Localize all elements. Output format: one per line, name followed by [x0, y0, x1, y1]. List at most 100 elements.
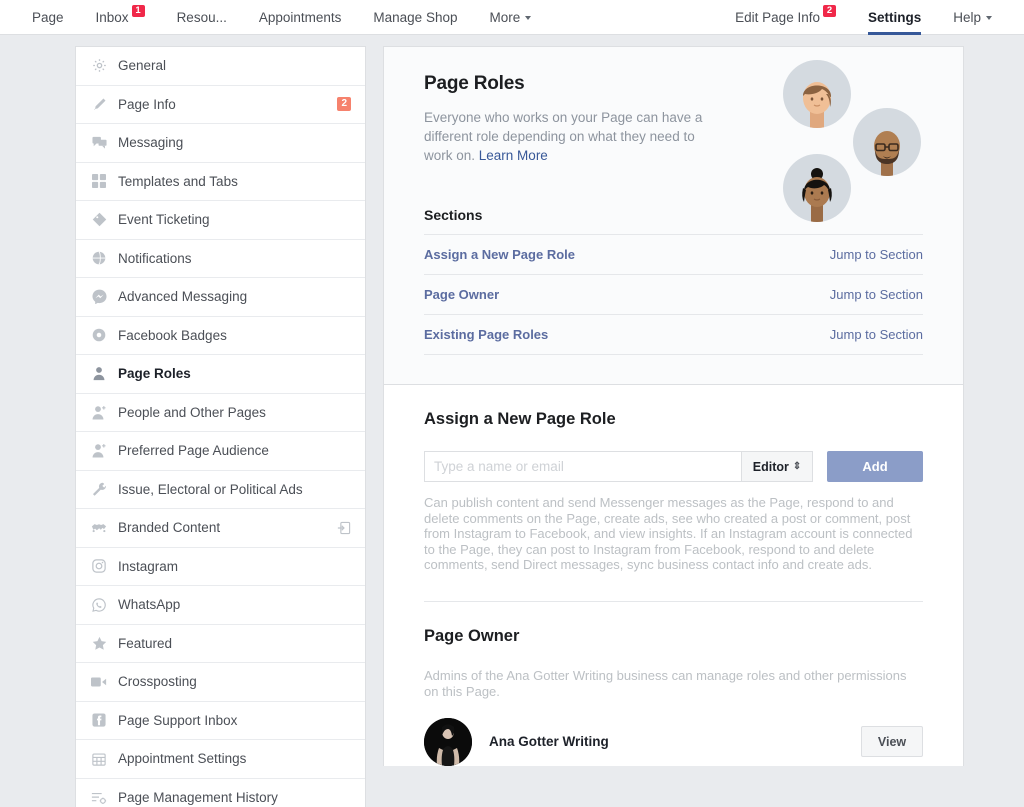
jump-to-section-link[interactable]: Jump to Section: [830, 287, 923, 302]
sidebar-item-label: Instagram: [118, 558, 179, 574]
nav-item-edit-page-info[interactable]: Edit Page Info 2: [719, 0, 852, 35]
nav-item-inbox[interactable]: Inbox 1: [80, 0, 161, 35]
sidebar-item-label: Messaging: [118, 135, 184, 151]
sidebar-item-page-info[interactable]: Page Info 2: [76, 86, 365, 124]
nav-item-label: Resou...: [176, 9, 227, 25]
nav-item-label: Edit Page Info: [735, 9, 820, 25]
sidebar-item-label: Crossposting: [118, 674, 197, 690]
avatar-woman-brown-hair: [783, 60, 851, 128]
handshake-icon: [90, 519, 108, 537]
instagram-icon: [90, 557, 108, 575]
page-roles-hero: Page Roles Everyone who works on your Pa…: [384, 47, 963, 385]
sidebar-item-crossposting[interactable]: Crossposting: [76, 663, 365, 702]
sidebar-item-messaging[interactable]: Messaging: [76, 124, 365, 163]
nav-item-more[interactable]: More: [473, 0, 547, 35]
sidebar-item-instagram[interactable]: Instagram: [76, 548, 365, 586]
section-link-label[interactable]: Assign a New Page Role: [424, 247, 575, 262]
sidebar-item-featured[interactable]: Featured: [76, 625, 365, 663]
sidebar-item-issue-electoral-or-political-ads[interactable]: Issue, Electoral or Political Ads: [76, 471, 365, 509]
sidebar-item-page-management-history[interactable]: Page Management History: [76, 779, 365, 807]
section-row-page-owner[interactable]: Page Owner Jump to Section: [424, 274, 923, 314]
whatsapp-icon: [90, 596, 108, 614]
page-owner-row: Ana Gotter Writing View: [424, 717, 923, 766]
sidebar-item-label: WhatsApp: [118, 597, 181, 613]
jump-to-section-link[interactable]: Jump to Section: [830, 327, 923, 342]
assign-new-page-role-section: Assign a New Page Role Editor ⇕ Add Can …: [384, 385, 963, 573]
page-description: Everyone who works on your Page can have…: [424, 108, 724, 165]
page-owner-section: Page Owner Admins of the Ana Gotter Writ…: [384, 602, 963, 766]
sidebar-item-notifications[interactable]: Notifications: [76, 240, 365, 278]
sidebar-item-label: Issue, Electoral or Political Ads: [118, 481, 303, 497]
sidebar-item-whatsapp[interactable]: WhatsApp: [76, 586, 365, 625]
section-link-label[interactable]: Page Owner: [424, 287, 499, 302]
sidebar-item-label: People and Other Pages: [118, 404, 266, 420]
avatar-man-glasses-beard: [853, 108, 921, 176]
star-icon: [90, 634, 108, 652]
role-select-dropdown[interactable]: Editor ⇕: [741, 451, 813, 482]
messenger-icon: [90, 288, 108, 306]
video-camera-icon: [90, 673, 108, 691]
page-owner-description: Admins of the Ana Gotter Writing busines…: [424, 667, 907, 699]
sidebar-item-general[interactable]: General: [76, 47, 365, 86]
person-add-icon: [90, 442, 108, 460]
sidebar-item-page-support-inbox[interactable]: Page Support Inbox: [76, 702, 365, 740]
nav-item-label: Appointments: [258, 9, 342, 25]
sidebar-item-people-and-other-pages[interactable]: People and Other Pages: [76, 394, 365, 432]
nav-item-help[interactable]: Help: [937, 0, 1008, 35]
section-link-label[interactable]: Existing Page Roles: [424, 327, 548, 342]
jump-to-section-link[interactable]: Jump to Section: [830, 247, 923, 262]
nav-item-page[interactable]: Page: [16, 0, 80, 35]
nav-item-label: Settings: [867, 9, 922, 25]
section-row-existing-page-roles[interactable]: Existing Page Roles Jump to Section: [424, 314, 923, 355]
sidebar-item-preferred-page-audience[interactable]: Preferred Page Audience: [76, 432, 365, 471]
nav-item-appointments[interactable]: Appointments: [243, 0, 358, 35]
sidebar-item-page-roles[interactable]: Page Roles: [76, 355, 365, 394]
nav-item-label: Help: [953, 9, 981, 25]
nav-item-settings[interactable]: Settings: [852, 0, 937, 35]
view-owner-button[interactable]: View: [861, 726, 923, 758]
sidebar-item-advanced-messaging[interactable]: Advanced Messaging: [76, 278, 365, 317]
hero-avatars: [781, 47, 941, 222]
sidebar-item-branded-content[interactable]: Branded Content: [76, 509, 365, 548]
nav-item-manage-shop[interactable]: Manage Shop: [357, 0, 473, 35]
main-content-panel: Page Roles Everyone who works on your Pa…: [383, 46, 964, 766]
sidebar-item-label: Facebook Badges: [118, 327, 227, 343]
sidebar-item-label: Preferred Page Audience: [118, 443, 269, 459]
assign-section-heading: Assign a New Page Role: [424, 410, 616, 428]
sidebar-item-label: Notifications: [118, 250, 192, 266]
sidebar-item-appointment-settings[interactable]: Appointment Settings: [76, 740, 365, 779]
edit-page-info-badge: 2: [822, 5, 836, 17]
learn-more-link[interactable]: Learn More: [479, 148, 548, 163]
sidebar-item-templates-and-tabs[interactable]: Templates and Tabs: [76, 163, 365, 201]
wrench-icon: [90, 480, 108, 498]
grid-squares-icon: [90, 172, 108, 190]
inbox-unread-badge: 1: [131, 5, 145, 17]
nav-item-label: More: [489, 9, 521, 25]
pencil-icon: [90, 95, 108, 113]
chevron-down-icon: [525, 16, 532, 20]
chevron-down-icon: [986, 16, 992, 20]
badge-circle-icon: [90, 326, 108, 344]
name-or-email-input[interactable]: [424, 451, 741, 482]
add-role-button[interactable]: Add: [827, 451, 923, 482]
sidebar-item-label: Featured: [118, 635, 173, 651]
sidebar-item-label: Page Info: [118, 96, 176, 112]
ticket-icon: [90, 211, 108, 229]
avatar-woman-bun: [783, 154, 851, 222]
sidebar-item-event-ticketing[interactable]: Event Ticketing: [76, 201, 365, 240]
top-nav-left-group: Page Inbox 1 Resou... Appointments Manag…: [16, 0, 547, 35]
nav-item-resources[interactable]: Resou...: [161, 0, 243, 35]
section-row-assign-new-page-role[interactable]: Assign a New Page Role Jump to Section: [424, 234, 923, 274]
history-gear-icon: [90, 789, 108, 807]
top-nav-right-group: Edit Page Info 2 Settings Help: [719, 0, 1008, 35]
sidebar-item-label: General: [118, 58, 167, 74]
external-link-icon[interactable]: [337, 521, 351, 535]
sidebar-item-label: Event Ticketing: [118, 212, 210, 228]
gear-icon: [90, 57, 108, 75]
settings-sidebar: General Page Info 2 Messaging Templates and …: [75, 46, 366, 807]
sidebar-item-label: Templates and Tabs: [118, 173, 238, 189]
sidebar-item-label: Advanced Messaging: [118, 289, 248, 305]
sidebar-item-label: Appointment Settings: [118, 751, 247, 767]
sidebar-item-facebook-badges[interactable]: Facebook Badges: [76, 317, 365, 355]
person-icon: [90, 365, 108, 383]
